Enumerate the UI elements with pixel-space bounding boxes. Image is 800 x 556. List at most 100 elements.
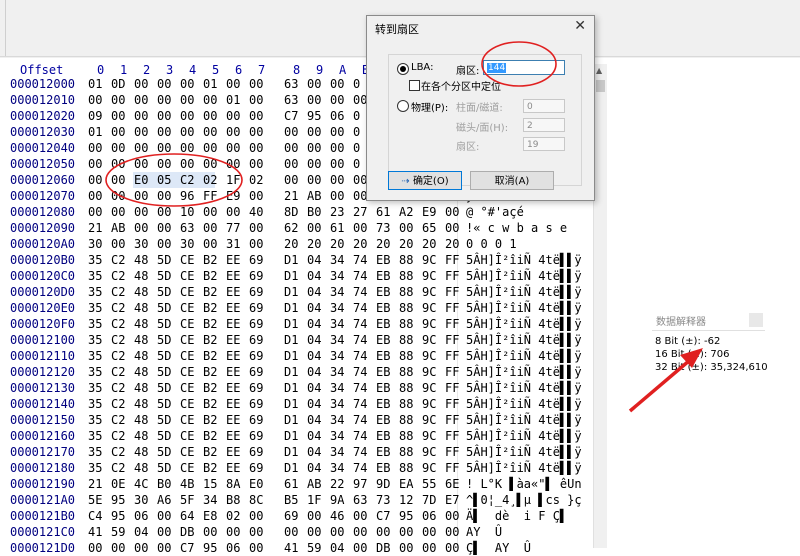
hex-byte[interactable]: C2 [111, 396, 125, 412]
hex-byte[interactable]: 95 [399, 508, 413, 524]
hex-byte[interactable]: 34 [330, 412, 344, 428]
row-text[interactable]: 0 0 0 1 [466, 236, 517, 252]
hex-byte[interactable]: 88 [399, 412, 413, 428]
hex-byte[interactable]: FF [445, 364, 459, 380]
hex-byte[interactable]: 63 [180, 220, 194, 236]
hex-byte[interactable]: EE [226, 316, 240, 332]
hex-byte[interactable]: 9C [422, 332, 436, 348]
hex-byte[interactable]: CE [180, 460, 194, 476]
hex-byte[interactable]: 97 [353, 476, 367, 492]
hex-byte[interactable]: 9C [422, 428, 436, 444]
hex-byte[interactable]: 20 [445, 236, 459, 252]
hex-byte[interactable]: EE [226, 252, 240, 268]
hex-byte[interactable]: 00 [111, 204, 125, 220]
hex-byte[interactable]: 30 [180, 236, 194, 252]
table-row[interactable]: 0000120D0 35 C2 48 5D CE B2 EE 69 D1 04 34 74 EB 88 9C F… [0, 284, 600, 300]
hex-byte[interactable]: 9C [422, 364, 436, 380]
table-row[interactable]: 000012110 35 C2 48 5D CE B2 EE 69 D1 04 34 74 EB 88 9C F… [0, 348, 600, 364]
sector-input[interactable]: 144 [483, 60, 565, 75]
hex-byte[interactable]: 35 [88, 428, 102, 444]
hex-byte[interactable]: 00 [330, 156, 344, 172]
hex-byte[interactable]: 06 [422, 508, 436, 524]
hex-byte[interactable]: 23 [330, 204, 344, 220]
hex-byte[interactable]: 00 [226, 76, 240, 92]
hex-byte[interactable]: C2 [111, 364, 125, 380]
hex-byte[interactable]: C2 [111, 268, 125, 284]
row-text[interactable]: 5ÂH]Î²îiÑ 4të▌▌ÿ [466, 252, 582, 268]
hex-byte[interactable]: E0 [134, 172, 148, 188]
hex-byte[interactable]: 00 [88, 92, 102, 108]
hex-byte[interactable]: 9C [422, 252, 436, 268]
hex-byte[interactable]: 15 [203, 476, 217, 492]
vertical-scrollbar[interactable]: ▲ [593, 64, 607, 548]
hex-byte[interactable]: 00 [180, 140, 194, 156]
hex-byte[interactable]: FF [445, 316, 459, 332]
hex-byte[interactable]: 01 [203, 76, 217, 92]
hex-byte[interactable]: 00 [180, 156, 194, 172]
hex-byte[interactable]: 09 [88, 108, 102, 124]
hex-byte[interactable]: 00 [249, 92, 263, 108]
hex-byte[interactable]: B0 [307, 204, 321, 220]
hex-byte[interactable]: 00 [157, 236, 171, 252]
hex-byte[interactable]: 8C [249, 492, 263, 508]
hex-byte[interactable]: EB [376, 268, 390, 284]
hex-byte[interactable]: 34 [330, 268, 344, 284]
hex-byte[interactable]: 20 [422, 236, 436, 252]
hex-byte[interactable]: 00 [226, 524, 240, 540]
hex-byte[interactable]: D1 [284, 428, 298, 444]
hex-byte[interactable]: EE [226, 428, 240, 444]
hex-byte[interactable]: 20 [399, 236, 413, 252]
hex-byte[interactable]: EB [376, 348, 390, 364]
hex-byte[interactable]: 34 [330, 364, 344, 380]
hex-byte[interactable]: 74 [353, 316, 367, 332]
hex-byte[interactable]: 00 [157, 188, 171, 204]
hex-byte[interactable]: 69 [249, 380, 263, 396]
hex-byte[interactable]: 04 [307, 412, 321, 428]
hex-byte[interactable]: 00 [330, 524, 344, 540]
hex-byte[interactable]: 74 [353, 332, 367, 348]
hex-byte[interactable]: 00 [111, 140, 125, 156]
hex-byte[interactable]: 74 [353, 348, 367, 364]
hex-byte[interactable]: 6E [445, 476, 459, 492]
hex-byte[interactable]: 00 [111, 108, 125, 124]
hex-byte[interactable]: D1 [284, 444, 298, 460]
hex-byte[interactable]: EB [376, 300, 390, 316]
hex-byte[interactable]: 35 [88, 364, 102, 380]
hex-byte[interactable]: 5D [157, 348, 171, 364]
hex-byte[interactable]: 61 [330, 220, 344, 236]
hex-byte[interactable]: 5D [157, 396, 171, 412]
hex-byte[interactable]: 65 [422, 220, 436, 236]
hex-byte[interactable]: 00 [249, 540, 263, 556]
hex-byte[interactable]: 5D [157, 364, 171, 380]
hex-byte[interactable]: 00 [307, 508, 321, 524]
hex-byte[interactable]: 00 [330, 76, 344, 92]
hex-byte[interactable]: 00 [249, 140, 263, 156]
hex-byte[interactable]: 04 [330, 540, 344, 556]
hex-byte[interactable]: 74 [353, 364, 367, 380]
physical-radio[interactable] [397, 100, 409, 112]
hex-byte[interactable]: FF [445, 252, 459, 268]
hex-byte[interactable]: EE [226, 300, 240, 316]
hex-byte[interactable]: FF [445, 300, 459, 316]
hex-byte[interactable]: C2 [111, 348, 125, 364]
hex-byte[interactable]: 00 [203, 204, 217, 220]
hex-byte[interactable]: 00 [307, 124, 321, 140]
hex-byte[interactable]: 88 [399, 428, 413, 444]
hex-byte[interactable]: 34 [330, 444, 344, 460]
row-text[interactable]: Ä▌ dè i F Ç▌ [466, 508, 567, 524]
hex-byte[interactable]: D1 [284, 348, 298, 364]
hex-byte[interactable]: 00 [111, 92, 125, 108]
hex-byte[interactable]: 5D [157, 444, 171, 460]
hex-byte[interactable]: DB [376, 540, 390, 556]
hex-byte[interactable]: 95 [111, 508, 125, 524]
hex-byte[interactable]: 00 [134, 124, 148, 140]
hex-byte[interactable]: FF [445, 268, 459, 284]
table-row[interactable]: 0000121C0 41 59 04 00 DB 00 00 00 00 00 00 00 00 00 00 0… [0, 524, 600, 540]
hex-byte[interactable]: 40 [249, 204, 263, 220]
hex-byte[interactable]: 34 [330, 332, 344, 348]
hex-byte[interactable]: D1 [284, 332, 298, 348]
hex-byte[interactable]: EE [226, 412, 240, 428]
hex-byte[interactable]: 00 [445, 508, 459, 524]
hex-byte[interactable]: 69 [249, 268, 263, 284]
hex-byte[interactable]: E9 [226, 188, 240, 204]
